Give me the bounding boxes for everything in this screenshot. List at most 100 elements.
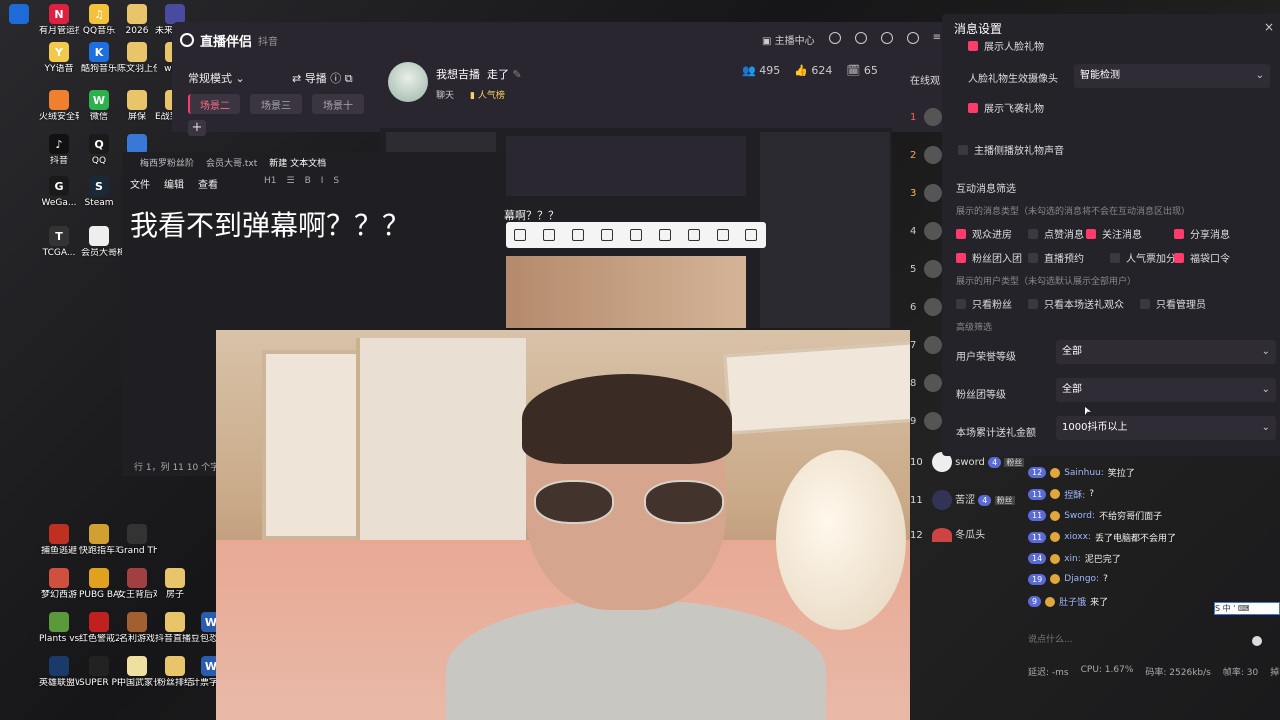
rank-avatar[interactable] — [924, 298, 943, 316]
fan-level-dropdown[interactable]: 全部 ⌄ — [1056, 378, 1276, 402]
scene-tab[interactable]: 场景十 — [312, 94, 364, 114]
desktop-icon[interactable]: PUBG BATTLE... — [79, 568, 119, 612]
popularity-tag[interactable]: ▮ 人气榜 — [470, 88, 505, 101]
editor-tab[interactable]: 梅西罗粉丝阶 — [140, 156, 194, 169]
chat-message[interactable]: 9 肚子饿 来了 — [1028, 595, 1108, 608]
rank-avatar[interactable] — [924, 412, 943, 430]
desktop-icon[interactable]: K 酷狗音乐 — [80, 42, 118, 86]
desktop-icon[interactable] — [0, 4, 38, 48]
rank-avatar[interactable] — [924, 260, 943, 278]
chat-message[interactable]: 11 捏酥:? — [1028, 488, 1094, 501]
message-type-checkbox[interactable]: 关注消息 — [1086, 226, 1142, 241]
desktop-icon[interactable]: 中国武家长 — [117, 656, 157, 700]
editor-body-text[interactable]: 我看不到弹幕啊？？？ — [130, 204, 410, 244]
rank-user[interactable]: 11 苦涩 4 粉丝 — [910, 490, 1015, 510]
desktop-icon[interactable]: 红色警戒2 — [79, 612, 119, 656]
chat-username[interactable]: 捏酥: — [1064, 488, 1085, 501]
scene-tab[interactable]: 场景二 — [188, 94, 240, 114]
upload-icon[interactable] — [828, 32, 841, 44]
desktop-icon[interactable]: Plants vs. Zo... — [39, 612, 79, 656]
desktop-icon[interactable]: T TCGA... — [40, 226, 78, 270]
delete-icon[interactable] — [745, 229, 758, 241]
mode-selector[interactable]: 常规模式 ⌄ — [188, 70, 245, 86]
desktop-icon[interactable]: 陈文羽上任 — [117, 42, 157, 86]
chat-username[interactable]: xioxx: — [1064, 532, 1091, 542]
editor-tab-active[interactable]: 新建 文本文档 — [269, 156, 326, 169]
desktop-icon[interactable]: 会员大哥 — [80, 226, 118, 270]
menu-edit[interactable]: 编辑 — [164, 176, 184, 191]
chat-message[interactable]: 11 xioxx: 丢了电脑都不会用了 — [1028, 531, 1176, 544]
desktop-icon[interactable]: Y YY语音 — [40, 42, 78, 86]
add-scene-button[interactable]: + — [188, 120, 206, 136]
message-type-checkbox[interactable]: 分享消息 — [1174, 226, 1230, 241]
user-type-checkbox[interactable]: 只看粉丝 — [956, 296, 1012, 311]
rotate-icon[interactable] — [514, 229, 527, 241]
heading-button[interactable]: H1 — [264, 176, 277, 186]
menu-view[interactable]: 查看 — [198, 176, 218, 191]
desktop-icon[interactable]: 梦幻西游 — [40, 568, 78, 612]
desktop-icon[interactable]: Grand Theft... — [117, 524, 157, 568]
rank-avatar[interactable] — [924, 336, 943, 354]
message-type-checkbox[interactable]: 观众进房 — [956, 226, 1012, 241]
chat-username[interactable]: Sainhuu: — [1064, 468, 1104, 478]
desktop-icon[interactable]: 粉丝排结 — [156, 656, 194, 700]
italic-button[interactable]: I — [321, 176, 324, 186]
chat-username[interactable]: xin: — [1064, 554, 1081, 564]
chat-tag[interactable]: 聊天 — [436, 88, 454, 101]
message-type-checkbox[interactable]: 点赞消息 — [1028, 226, 1084, 241]
align-v-icon[interactable] — [629, 229, 642, 241]
game-icon[interactable] — [854, 32, 867, 44]
desktop-icon[interactable]: 英雄联盟WeGa... — [39, 656, 79, 700]
editor-tab[interactable]: 会员大哥.txt — [206, 156, 257, 169]
guide-button[interactable]: ⇄ 导播 ⓘ ⧉ — [292, 70, 353, 86]
desktop-icon[interactable]: S Steam — [80, 176, 118, 220]
desktop-icon[interactable]: ♪ 抖音 — [40, 134, 78, 178]
list-icon[interactable]: ☰ — [287, 176, 295, 186]
message-type-checkbox[interactable]: 直播预约 — [1028, 250, 1084, 265]
emoji-icon[interactable] — [1252, 636, 1262, 646]
streamer-avatar[interactable] — [388, 62, 428, 102]
crop-icon[interactable] — [572, 229, 585, 241]
chat-message[interactable]: 11 Sword: 不给穷哥们面子 — [1028, 509, 1162, 522]
scene-tab[interactable]: 场景三 — [250, 94, 302, 114]
desktop-icon[interactable]: 快跑指车丰GTA... — [79, 524, 119, 568]
show-flying-gift-checkbox[interactable]: 展示飞袭礼物 — [968, 100, 1044, 115]
close-icon[interactable]: × — [1264, 20, 1274, 34]
desktop-icon[interactable]: Q QQ — [80, 134, 118, 178]
desktop-icon[interactable]: 抖音直播主题帮... — [155, 612, 195, 656]
desktop-icon[interactable]: 名利游戏 — [118, 612, 156, 656]
chat-username[interactable]: Django: — [1064, 574, 1099, 584]
bottom-icon[interactable] — [687, 229, 700, 241]
edit-icon[interactable]: ✎ — [513, 68, 522, 81]
bold-button[interactable]: B — [305, 176, 311, 186]
desktop-icon[interactable]: W 微信 — [80, 90, 118, 134]
show-face-gift-checkbox[interactable]: 展示人脸礼物 — [968, 38, 1044, 53]
rank-avatar[interactable] — [924, 146, 943, 164]
user-type-checkbox[interactable]: 只看管理员 — [1140, 296, 1206, 311]
reset-icon[interactable] — [716, 229, 729, 241]
chat-bubble-icon[interactable] — [880, 32, 893, 44]
rank-avatar[interactable] — [924, 108, 943, 126]
message-type-checkbox[interactable]: 人气票加分 — [1110, 250, 1176, 265]
face-camera-dropdown[interactable]: 智能检测 ⌄ — [1074, 64, 1270, 88]
desktop-icon[interactable]: G WeGa... — [40, 176, 78, 220]
user-type-checkbox[interactable]: 只看本场送礼观众 — [1028, 296, 1124, 311]
chat-username[interactable]: 肚子饿 — [1059, 595, 1086, 608]
rank-user[interactable]: 12 冬瓜头 — [910, 526, 985, 542]
anchor-center-link[interactable]: ▣ 主播中心 — [762, 32, 815, 47]
desktop-icon[interactable]: 女王背后戏: 运... — [117, 568, 157, 612]
chat-message[interactable]: 19 Django:? — [1028, 573, 1108, 585]
chat-message[interactable]: 12 Sainhuu: 笑拉了 — [1028, 466, 1135, 479]
flip-icon[interactable] — [543, 229, 556, 241]
message-type-checkbox[interactable]: 福袋口令 — [1174, 250, 1230, 265]
chat-username[interactable]: Sword: — [1064, 511, 1095, 521]
honor-level-dropdown[interactable]: 全部 ⌄ — [1056, 340, 1276, 364]
rank-avatar[interactable] — [924, 374, 943, 392]
desktop-icon[interactable]: 房子 — [156, 568, 194, 612]
rank-avatar[interactable] — [924, 184, 943, 202]
rank-avatar[interactable] — [924, 222, 943, 240]
align-h-icon[interactable] — [601, 229, 614, 241]
chat-input[interactable]: 说点什么... — [1028, 632, 1268, 645]
chat-message[interactable]: 14 xin: 泥巴完了 — [1028, 552, 1121, 565]
strike-button[interactable]: S — [333, 176, 339, 186]
